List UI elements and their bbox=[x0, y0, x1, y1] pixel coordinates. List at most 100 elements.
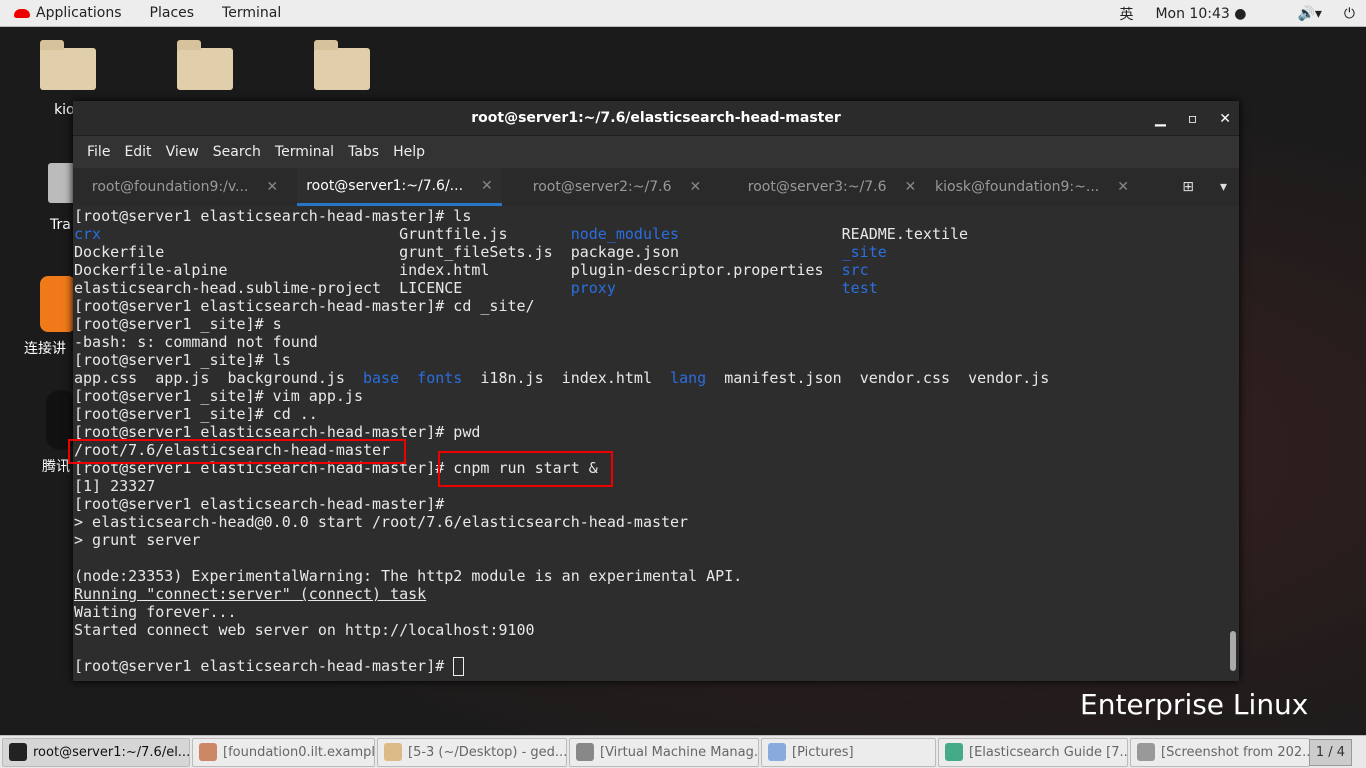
terminal-text: [root@server1 _site]# ls bbox=[74, 351, 291, 369]
terminal-text: > grunt server bbox=[74, 531, 201, 549]
folder-icon bbox=[314, 40, 370, 90]
terminal-line: crx Gruntfile.js node_modules README.tex… bbox=[74, 225, 1225, 243]
tab-kiosk[interactable]: kiosk@foundation9:~... ✕ bbox=[932, 168, 1132, 206]
input-method[interactable]: 英 bbox=[1108, 4, 1144, 24]
terminal-line: [root@server1 _site]# ls bbox=[74, 351, 1225, 369]
tab-label: root@server1:~/7.6/... bbox=[306, 177, 464, 194]
home-folder-icon bbox=[40, 40, 96, 90]
close-tab-icon[interactable]: ✕ bbox=[905, 179, 917, 195]
menu-help[interactable]: Help bbox=[386, 144, 432, 160]
terminal-line: > elasticsearch-head@0.0.0 start /root/7… bbox=[74, 513, 1225, 531]
terminal-text: [root@server1 _site]# cd .. bbox=[74, 405, 318, 423]
terminal-text: app.css app.js background.js bbox=[74, 369, 363, 387]
terminal-text: (node:23353) ExperimentalWarning: The ht… bbox=[74, 567, 743, 585]
tab-server2[interactable]: root@server2:~/7.6 ✕ bbox=[502, 168, 732, 206]
applications-menu[interactable]: Applications bbox=[0, 5, 136, 21]
highlight-box-pwd bbox=[68, 439, 406, 464]
terminal-text: Started connect web server on http://loc… bbox=[74, 621, 535, 639]
tab-list-chevron-icon[interactable]: ▾ bbox=[1220, 179, 1227, 195]
close-tab-icon[interactable]: ✕ bbox=[1117, 179, 1129, 195]
terminal-text: node_modules bbox=[570, 225, 680, 243]
taskbar-label: [foundation0.ilt.exampl... bbox=[223, 744, 375, 760]
minimize-icon[interactable]: ▁ bbox=[1155, 111, 1166, 127]
terminal-app-menu[interactable]: Terminal bbox=[208, 5, 295, 21]
app-icon bbox=[768, 743, 786, 761]
menu-terminal[interactable]: Terminal bbox=[268, 144, 341, 160]
power-icon[interactable]: ⏻ bbox=[1333, 6, 1366, 22]
terminal-text: src bbox=[841, 261, 869, 279]
terminal-text: lang bbox=[670, 369, 707, 387]
terminal-text: [root@server1 elasticsearch-head-master]… bbox=[74, 297, 535, 315]
speaker-icon[interactable]: 🔊▾ bbox=[1286, 6, 1332, 22]
terminal-line: [root@server1 _site]# cd .. bbox=[74, 405, 1225, 423]
applications-label: Applications bbox=[36, 5, 122, 21]
tab-label: kiosk@foundation9:~... bbox=[935, 179, 1100, 195]
terminal-line: > grunt server bbox=[74, 531, 1225, 549]
maximize-icon[interactable]: ▫ bbox=[1188, 111, 1198, 127]
terminal-text: crx bbox=[74, 225, 102, 243]
folder-icon bbox=[177, 40, 233, 90]
taskbar-item[interactable]: [foundation0.ilt.exampl... bbox=[192, 737, 375, 767]
close-tab-icon[interactable]: ✕ bbox=[690, 179, 702, 195]
taskbar-item[interactable]: [Elasticsearch Guide [7... bbox=[938, 737, 1128, 767]
menu-tabs[interactable]: Tabs bbox=[341, 144, 386, 160]
terminal-line: Dockerfile-alpine index.html plugin-desc… bbox=[74, 261, 1225, 279]
taskbar-label: [Screenshot from 202... bbox=[1161, 744, 1310, 760]
terminal-text: manifest.json vendor.css vendor.js bbox=[706, 369, 1050, 387]
terminal-text: [root@server1 elasticsearch-head-master]… bbox=[74, 495, 454, 513]
tab-server3[interactable]: root@server3:~/7.6 ✕ bbox=[732, 168, 932, 206]
terminal-line: [root@server1 elasticsearch-head-master]… bbox=[74, 495, 1225, 513]
terminal-text: [root@server1 _site]# s bbox=[74, 315, 282, 333]
title-bar[interactable]: root@server1:~/7.6/elasticsearch-head-ma… bbox=[73, 101, 1239, 136]
terminal-text: Gruntfile.js bbox=[101, 225, 571, 243]
close-tab-icon[interactable]: ✕ bbox=[481, 178, 493, 194]
terminal-text: Dockerfile grunt_fileSets.js package.jso… bbox=[74, 243, 842, 261]
terminal-text: [root@server1 elasticsearch-head-master]… bbox=[74, 207, 472, 225]
terminal-text: Running "connect:server" (connect) task bbox=[74, 585, 427, 603]
menu-search[interactable]: Search bbox=[206, 144, 268, 160]
terminal-window[interactable]: root@server1:~/7.6/elasticsearch-head-ma… bbox=[73, 101, 1239, 681]
tab-foundation9[interactable]: root@foundation9:/v... ✕ bbox=[73, 168, 297, 206]
app-icon bbox=[199, 743, 217, 761]
terminal-line: [1] 23327 bbox=[74, 477, 1225, 495]
taskbar-item[interactable]: [5-3 (~/Desktop) - ged... bbox=[377, 737, 567, 767]
terminal-line: -bash: s: command not found bbox=[74, 333, 1225, 351]
taskbar-item[interactable]: [Screenshot from 202... bbox=[1130, 737, 1310, 767]
terminal-text: [root@server1 _site]# vim app.js bbox=[74, 387, 363, 405]
tab-bar: root@foundation9:/v... ✕ root@server1:~/7… bbox=[73, 168, 1239, 206]
tab-server1[interactable]: root@server1:~/7.6/... ✕ bbox=[297, 168, 502, 206]
menu-edit[interactable]: Edit bbox=[117, 144, 158, 160]
tab-label: root@server3:~/7.6 bbox=[747, 179, 887, 195]
tiger-app-icon bbox=[40, 276, 76, 332]
rhel-brand: Enterprise Linux bbox=[1080, 688, 1309, 721]
app-icon bbox=[1137, 743, 1155, 761]
taskbar-item[interactable]: [Pictures] bbox=[761, 737, 936, 767]
taskbar: root@server1:~/7.6/el... [foundation0.ilt… bbox=[0, 735, 1366, 768]
terminal-text: i18n.js index.html bbox=[462, 369, 671, 387]
desktop-icon-folder[interactable] bbox=[160, 40, 250, 90]
tab-label: root@foundation9:/v... bbox=[91, 179, 249, 195]
terminal-text: proxy bbox=[570, 279, 616, 297]
close-icon[interactable]: ✕ bbox=[1219, 111, 1231, 127]
highlight-box-command bbox=[438, 451, 613, 487]
taskbar-label: [Elasticsearch Guide [7... bbox=[969, 744, 1128, 760]
menu-file[interactable]: File bbox=[80, 144, 117, 160]
taskbar-item[interactable]: root@server1:~/7.6/el... bbox=[2, 737, 190, 767]
terminal-line: [root@server1 elasticsearch-head-master]… bbox=[74, 297, 1225, 315]
terminal-text: -bash: s: command not found bbox=[74, 333, 318, 351]
menu-view[interactable]: View bbox=[159, 144, 206, 160]
clock[interactable]: Mon 10:43 ● bbox=[1144, 6, 1286, 22]
terminal-line: [root@server1 _site]# s bbox=[74, 315, 1225, 333]
close-tab-icon[interactable]: ✕ bbox=[266, 179, 278, 195]
taskbar-item[interactable]: [Virtual Machine Manag... bbox=[569, 737, 759, 767]
workspace-pager[interactable]: 1 / 4 bbox=[1308, 739, 1352, 766]
places-menu[interactable]: Places bbox=[136, 5, 209, 21]
terminal-label: Terminal bbox=[222, 5, 282, 21]
desktop-icon-folder[interactable] bbox=[297, 40, 387, 90]
terminal-text: test bbox=[841, 279, 878, 297]
new-tab-icon[interactable]: ⊞ bbox=[1182, 179, 1194, 195]
redhat-icon bbox=[14, 8, 30, 18]
terminal-text: README.textile bbox=[679, 225, 969, 243]
scrollbar[interactable] bbox=[1230, 631, 1236, 671]
